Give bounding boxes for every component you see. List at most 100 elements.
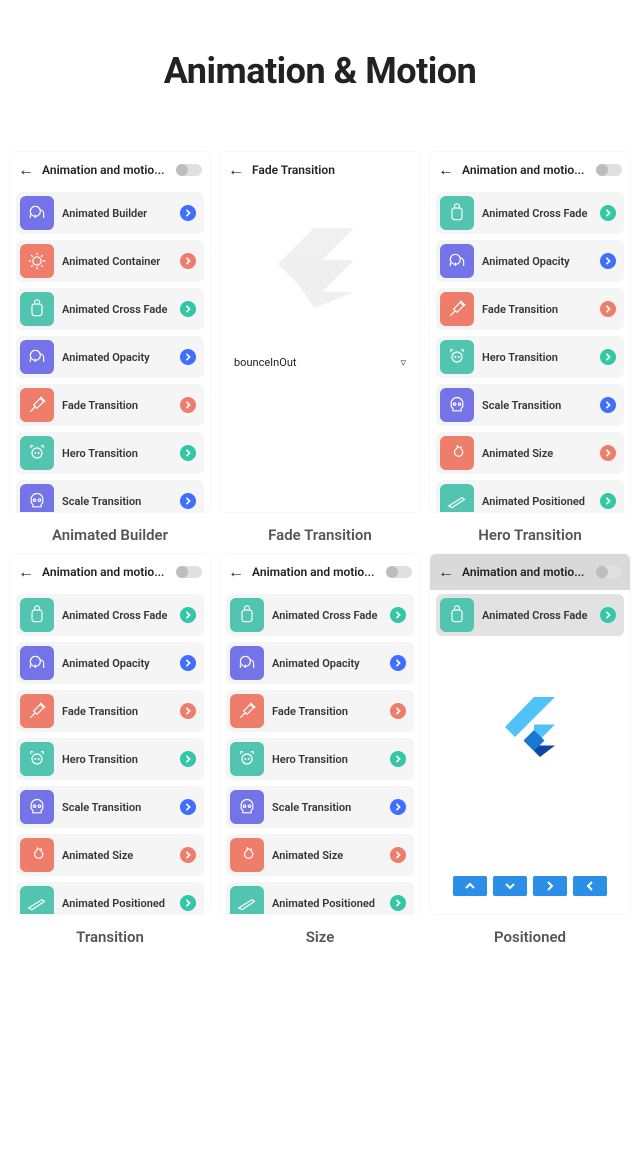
theme-toggle[interactable] [598, 566, 622, 578]
rifle-icon [440, 484, 474, 512]
chevron-right-icon [600, 445, 616, 461]
item-label: Hero Transition [482, 351, 592, 364]
theme-toggle[interactable] [178, 164, 202, 176]
list-item[interactable]: Scale Transition [16, 480, 204, 512]
list-item[interactable]: Hero Transition [16, 738, 204, 780]
list-item[interactable]: Animated Size [16, 834, 204, 876]
skull-icon [20, 790, 54, 824]
item-label: Animated Positioned [272, 897, 382, 910]
list-item[interactable]: Scale Transition [16, 786, 204, 828]
item-label: Animated Opacity [272, 657, 382, 670]
move-down-button[interactable] [493, 876, 527, 896]
cell-fade-transition: ← Fade Transition bounceInOut ▿ Fade Tra… [220, 152, 420, 544]
fire-icon [440, 436, 474, 470]
app-bar: ← Animation and motio... [10, 152, 210, 188]
chevron-right-icon [390, 895, 406, 911]
list-item[interactable]: Hero Transition [16, 432, 204, 474]
list-item[interactable]: Animated Opacity [226, 642, 414, 684]
theme-toggle[interactable] [598, 164, 622, 176]
move-right-button[interactable] [533, 876, 567, 896]
phone-screen: ← Animation and motio... Animated Cross … [220, 554, 420, 914]
phone-screen: ← Animation and motio... Animated Cross … [430, 152, 630, 512]
chevron-right-icon [180, 703, 196, 719]
theme-toggle[interactable] [388, 566, 412, 578]
back-icon[interactable]: ← [18, 564, 34, 580]
list-item[interactable]: Animated Opacity [16, 336, 204, 378]
skull-icon [440, 388, 474, 422]
item-label: Animated Opacity [62, 657, 172, 670]
skull-icon [230, 790, 264, 824]
list-item[interactable]: Fade Transition [16, 690, 204, 732]
list-item[interactable]: Hero Transition [226, 738, 414, 780]
item-label: Fade Transition [62, 705, 172, 718]
chevron-right-icon [390, 607, 406, 623]
list-item[interactable]: Animated Size [226, 834, 414, 876]
fade-body: bounceInOut ▿ [220, 188, 420, 373]
list-item[interactable]: Animated Opacity [436, 240, 624, 282]
list-item-dimmed[interactable]: Animated Cross Fade [436, 594, 624, 636]
item-label: Animated Container [62, 255, 172, 268]
screenshot-grid: ← Animation and motio... Animated Builde… [0, 152, 640, 986]
chevron-right-icon [180, 493, 196, 509]
list-item[interactable]: Animated Positioned [16, 882, 204, 914]
list-item[interactable]: Scale Transition [226, 786, 414, 828]
list-item[interactable]: Animated Cross Fade [436, 192, 624, 234]
list-item[interactable]: Scale Transition [436, 384, 624, 426]
syringe-icon [20, 388, 54, 422]
skull-icon [20, 484, 54, 512]
backpack-icon [440, 196, 474, 230]
caption: Size [220, 928, 420, 946]
list-item[interactable]: Animated Positioned [226, 882, 414, 914]
easing-dropdown[interactable]: bounceInOut ▿ [234, 352, 420, 373]
backpack-icon [20, 292, 54, 326]
caption: Hero Transition [430, 526, 630, 544]
dropdown-value: bounceInOut [234, 356, 296, 369]
chevron-right-icon [180, 301, 196, 317]
chevron-right-icon [390, 847, 406, 863]
list-item[interactable]: Animated Cross Fade [16, 594, 204, 636]
chevron-down-icon: ▿ [400, 356, 406, 369]
item-label: Animated Cross Fade [482, 207, 592, 220]
back-icon[interactable]: ← [228, 162, 244, 178]
fire-icon [230, 838, 264, 872]
chevron-right-icon [600, 349, 616, 365]
phone-screen: ← Animation and motio... Animated Cross … [430, 554, 630, 914]
back-icon[interactable]: ← [228, 564, 244, 580]
list-item[interactable]: Animated Container [16, 240, 204, 282]
list-item[interactable]: Fade Transition [436, 288, 624, 330]
item-label: Animated Cross Fade [482, 609, 592, 622]
theme-toggle[interactable] [178, 566, 202, 578]
list-item[interactable]: Animated Builder [16, 192, 204, 234]
app-bar: ← Animation and motio... [220, 554, 420, 590]
item-label: Hero Transition [62, 753, 172, 766]
list-item[interactable]: Hero Transition [436, 336, 624, 378]
back-icon[interactable]: ← [438, 162, 454, 178]
caption: Animated Builder [10, 526, 210, 544]
item-label: Animated Size [272, 849, 382, 862]
cell-transition: ← Animation and motio... Animated Cross … [10, 554, 210, 946]
app-bar: ← Animation and motio... [430, 554, 630, 590]
list-item[interactable]: Animated Positioned [436, 480, 624, 512]
list-item[interactable]: Animated Opacity [16, 642, 204, 684]
move-up-button[interactable] [453, 876, 487, 896]
list-item[interactable]: Animated Cross Fade [226, 594, 414, 636]
syringe-icon [230, 694, 264, 728]
back-icon[interactable]: ← [438, 564, 454, 580]
item-label: Animated Opacity [482, 255, 592, 268]
list-item[interactable]: Fade Transition [226, 690, 414, 732]
chevron-right-icon [180, 349, 196, 365]
move-left-button[interactable] [573, 876, 607, 896]
list-item[interactable]: Fade Transition [16, 384, 204, 426]
chevron-right-icon [180, 895, 196, 911]
list-item[interactable]: Animated Size [436, 432, 624, 474]
syringe-icon [20, 694, 54, 728]
backpack-icon [20, 598, 54, 632]
list-item[interactable]: Animated Cross Fade [16, 288, 204, 330]
chevron-right-icon [600, 607, 616, 623]
cell-hero-transition: ← Animation and motio... Animated Cross … [430, 152, 630, 544]
app-bar-title: Animation and motio... [462, 565, 590, 579]
item-label: Animated Cross Fade [62, 609, 172, 622]
back-icon[interactable]: ← [18, 162, 34, 178]
rifle-icon [20, 886, 54, 914]
chevron-right-icon [390, 655, 406, 671]
